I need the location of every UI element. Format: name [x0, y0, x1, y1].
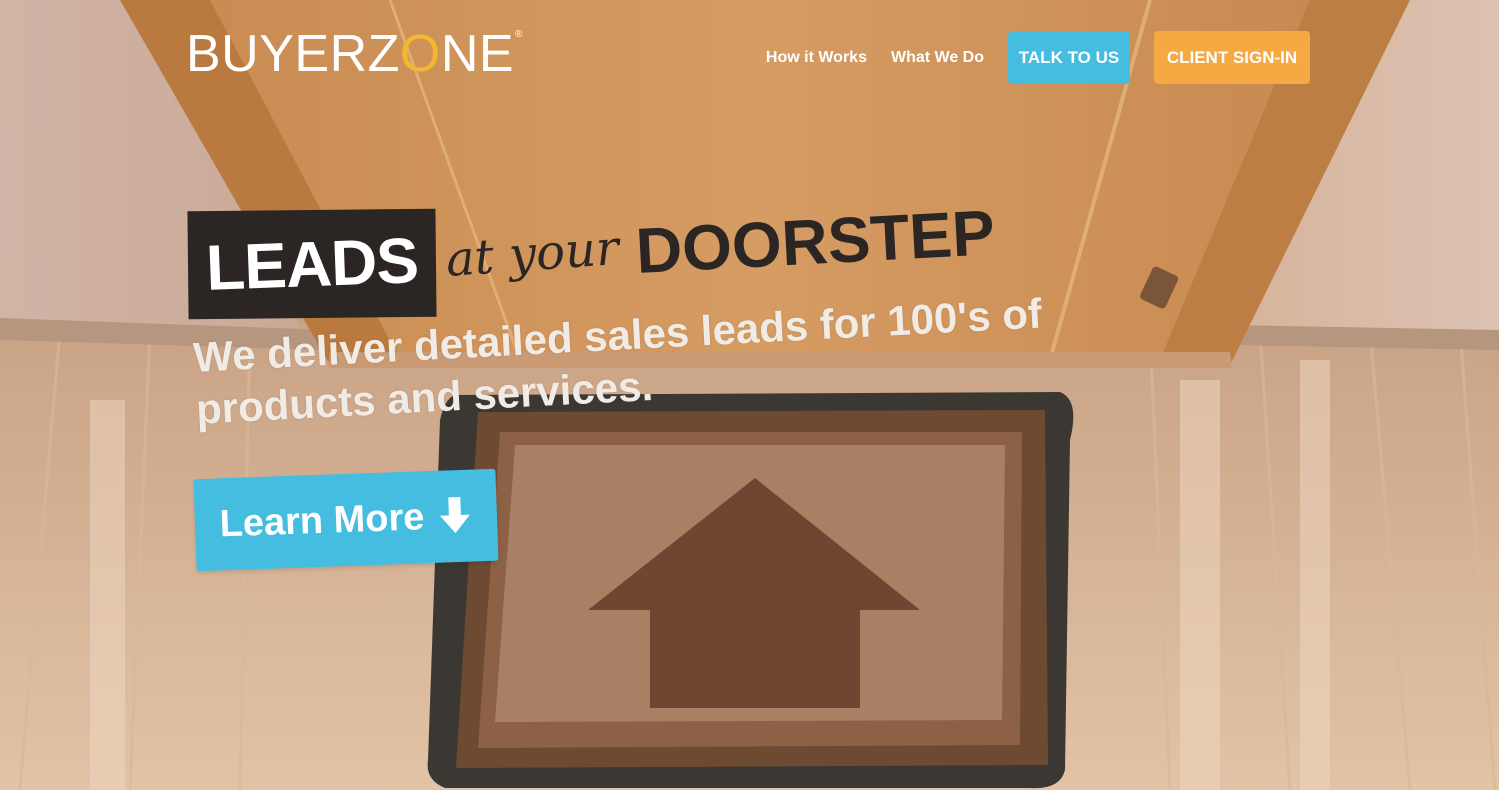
- headline-leads-box: LEADS: [187, 208, 437, 320]
- talk-to-us-button[interactable]: TALK TO US: [1008, 31, 1130, 84]
- doormat-arrow-graphic: [427, 392, 1074, 789]
- nav-link-how-it-works[interactable]: How it Works: [766, 49, 867, 67]
- arrow-down-icon: [440, 496, 471, 534]
- learn-more-label: Learn More: [218, 495, 426, 545]
- buyerzone-logo[interactable]: BUYERZ O NE ®: [186, 26, 523, 82]
- main-navigation: How it Works What We Do TALK TO US CLIEN…: [766, 31, 1310, 84]
- nav-link-what-we-do[interactable]: What We Do: [891, 49, 984, 67]
- learn-more-button[interactable]: Learn More: [193, 468, 499, 572]
- headline-leads: LEADS: [204, 224, 420, 304]
- client-sign-in-button[interactable]: CLIENT SIGN-IN: [1154, 31, 1310, 84]
- registered-mark: ®: [515, 29, 523, 40]
- logo-text: BUYERZ: [186, 25, 400, 83]
- logo-o-accent: O: [399, 25, 441, 83]
- logo-text-end: NE: [440, 25, 515, 83]
- hero-section: BUYERZ O NE ® How it Works What We Do TALK …: [0, 0, 1499, 790]
